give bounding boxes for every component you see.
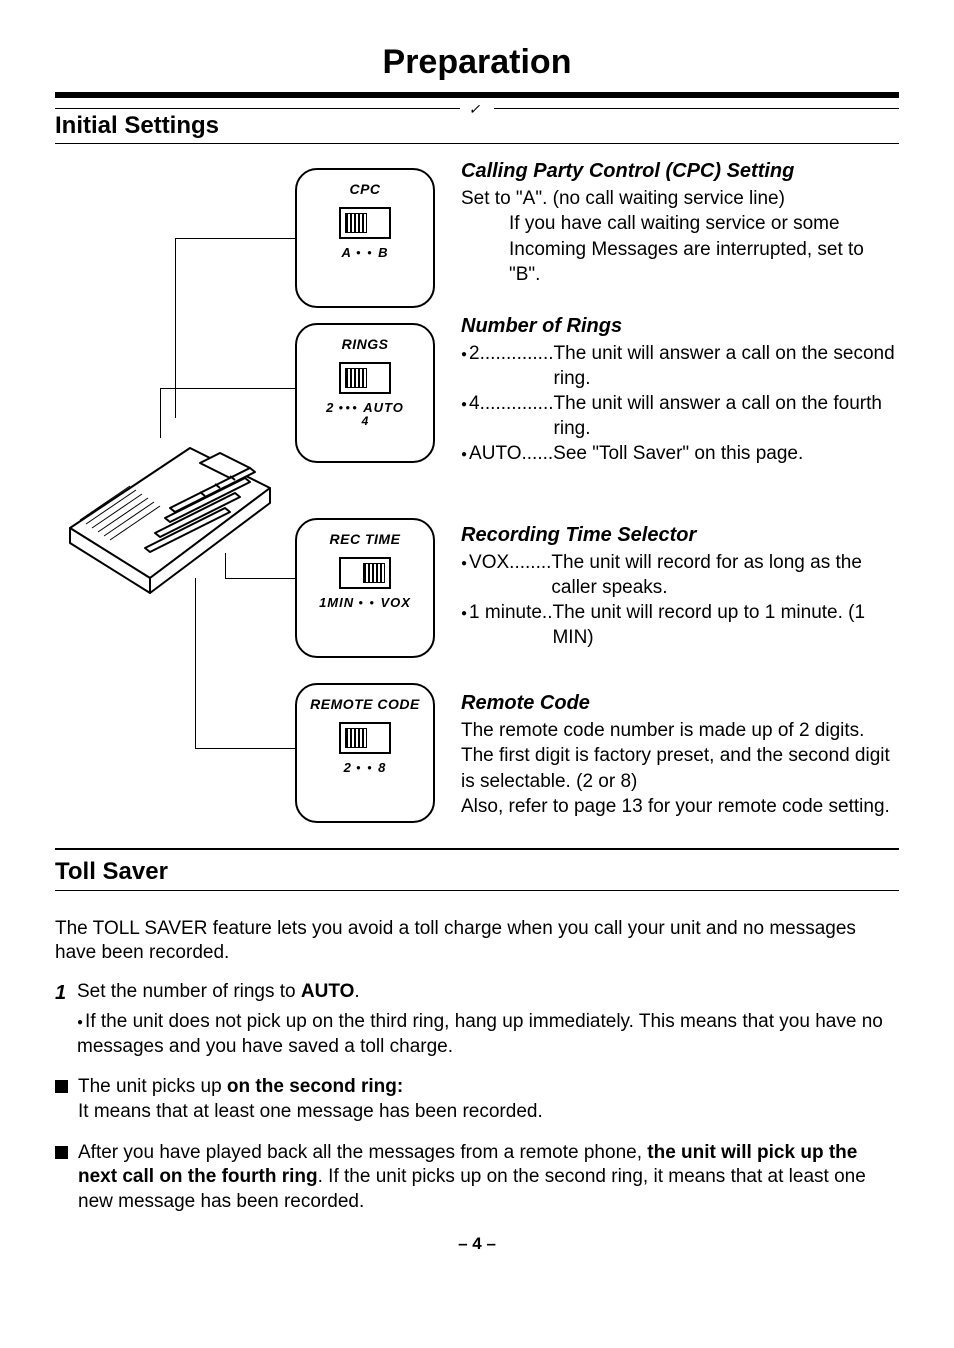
cpc-title: Calling Party Control (CPC) Setting: [461, 158, 899, 184]
setting-cpc: Calling Party Control (CPC) Setting Set …: [461, 158, 899, 286]
rings-2-lead: 2..............: [461, 341, 554, 391]
rule-thick: [55, 92, 899, 98]
remote-scale: 28: [303, 760, 427, 777]
rings-2-desc: The unit will answer a call on the secon…: [554, 341, 899, 391]
cpc-line2: If you have call waiting service or some…: [461, 211, 899, 286]
callout-rings: RINGS 2AUTO 4: [295, 323, 435, 463]
rings-4-desc: The unit will answer a call on the fourt…: [554, 391, 899, 441]
rec-1min-desc: The unit will record up to 1 minute. (1 …: [552, 600, 899, 650]
page-title: Preparation: [55, 40, 899, 84]
rule-under-heading: [55, 143, 899, 144]
b1a: The unit picks up: [78, 1076, 227, 1097]
rings-switch-icon: [339, 362, 391, 394]
device-illustration: [50, 408, 280, 598]
square-bullet-icon: [55, 1080, 68, 1093]
toll-saver-intro: The TOLL SAVER feature lets you avoid a …: [55, 917, 899, 966]
toll-saver-step1-sub: If the unit does not pick up on the thir…: [55, 1010, 899, 1059]
callout-rectime: REC TIME 1MINVOX: [295, 518, 435, 658]
cpc-switch-icon: [339, 207, 391, 239]
settings-area: CPC AB RINGS 2AUTO 4 REC TIME 1MINVOX RE…: [55, 158, 899, 838]
callout-remote-label: REMOTE CODE: [303, 695, 427, 713]
rings-sub: 4: [303, 414, 427, 430]
square-bullet-icon: [55, 1146, 68, 1159]
rec-vox-lead: VOX........: [461, 550, 551, 600]
cpc-scale: AB: [303, 245, 427, 262]
remote-l2: The first digit is factory preset, and t…: [461, 743, 899, 793]
toll-saver-step1: 1 Set the number of rings to AUTO.: [55, 980, 899, 1006]
rule-under-toll: [55, 890, 899, 891]
descriptions-column: Calling Party Control (CPC) Setting Set …: [455, 158, 899, 824]
step1-a: Set the number of rings to: [77, 981, 301, 1002]
callout-cpc-label: CPC: [303, 180, 427, 198]
step1-b: AUTO: [301, 981, 354, 1002]
rule-divider: [55, 848, 899, 850]
remote-switch-icon: [339, 722, 391, 754]
toll-saver-bullet1: The unit picks up on the second ring: It…: [55, 1075, 899, 1124]
callout-rectime-label: REC TIME: [303, 530, 427, 548]
diagram-column: CPC AB RINGS 2AUTO 4 REC TIME 1MINVOX RE…: [55, 158, 455, 838]
callout-cpc: CPC AB: [295, 168, 435, 308]
setting-rectime: Recording Time Selector VOX........The u…: [461, 522, 899, 650]
remote-l3: Also, refer to page 13 for your remote c…: [461, 794, 899, 819]
setting-rings: Number of Rings 2..............The unit …: [461, 313, 899, 466]
rec-vox-desc: The unit will record for as long as the …: [551, 550, 899, 600]
callout-rings-label: RINGS: [303, 335, 427, 353]
setting-remote: Remote Code The remote code number is ma…: [461, 690, 899, 818]
heading-toll-saver: Toll Saver: [55, 856, 899, 887]
step1-c: .: [354, 981, 359, 1002]
rings-auto-lead: AUTO......: [461, 441, 553, 466]
rings-auto-desc: See "Toll Saver" on this page.: [553, 441, 899, 466]
cpc-line1: Set to "A". (no call waiting service lin…: [461, 186, 899, 211]
b2a: After you have played back all the messa…: [78, 1142, 647, 1163]
toll-saver-bullet2: After you have played back all the messa…: [55, 1141, 899, 1215]
page-number: – 4 –: [55, 1233, 899, 1255]
rectime-title: Recording Time Selector: [461, 522, 899, 548]
callout-remote: REMOTE CODE 28: [295, 683, 435, 823]
b1b: on the second ring:: [227, 1076, 403, 1097]
b1c: It means that at least one message has b…: [78, 1101, 543, 1122]
remote-title: Remote Code: [461, 690, 899, 716]
rectime-switch-icon: [339, 557, 391, 589]
remote-l1: The remote code number is made up of 2 d…: [461, 718, 899, 743]
rec-1min-lead: 1 minute..: [461, 600, 552, 650]
rings-4-lead: 4..............: [461, 391, 554, 441]
rings-title: Number of Rings: [461, 313, 899, 339]
rectime-scale: 1MINVOX: [303, 595, 427, 612]
